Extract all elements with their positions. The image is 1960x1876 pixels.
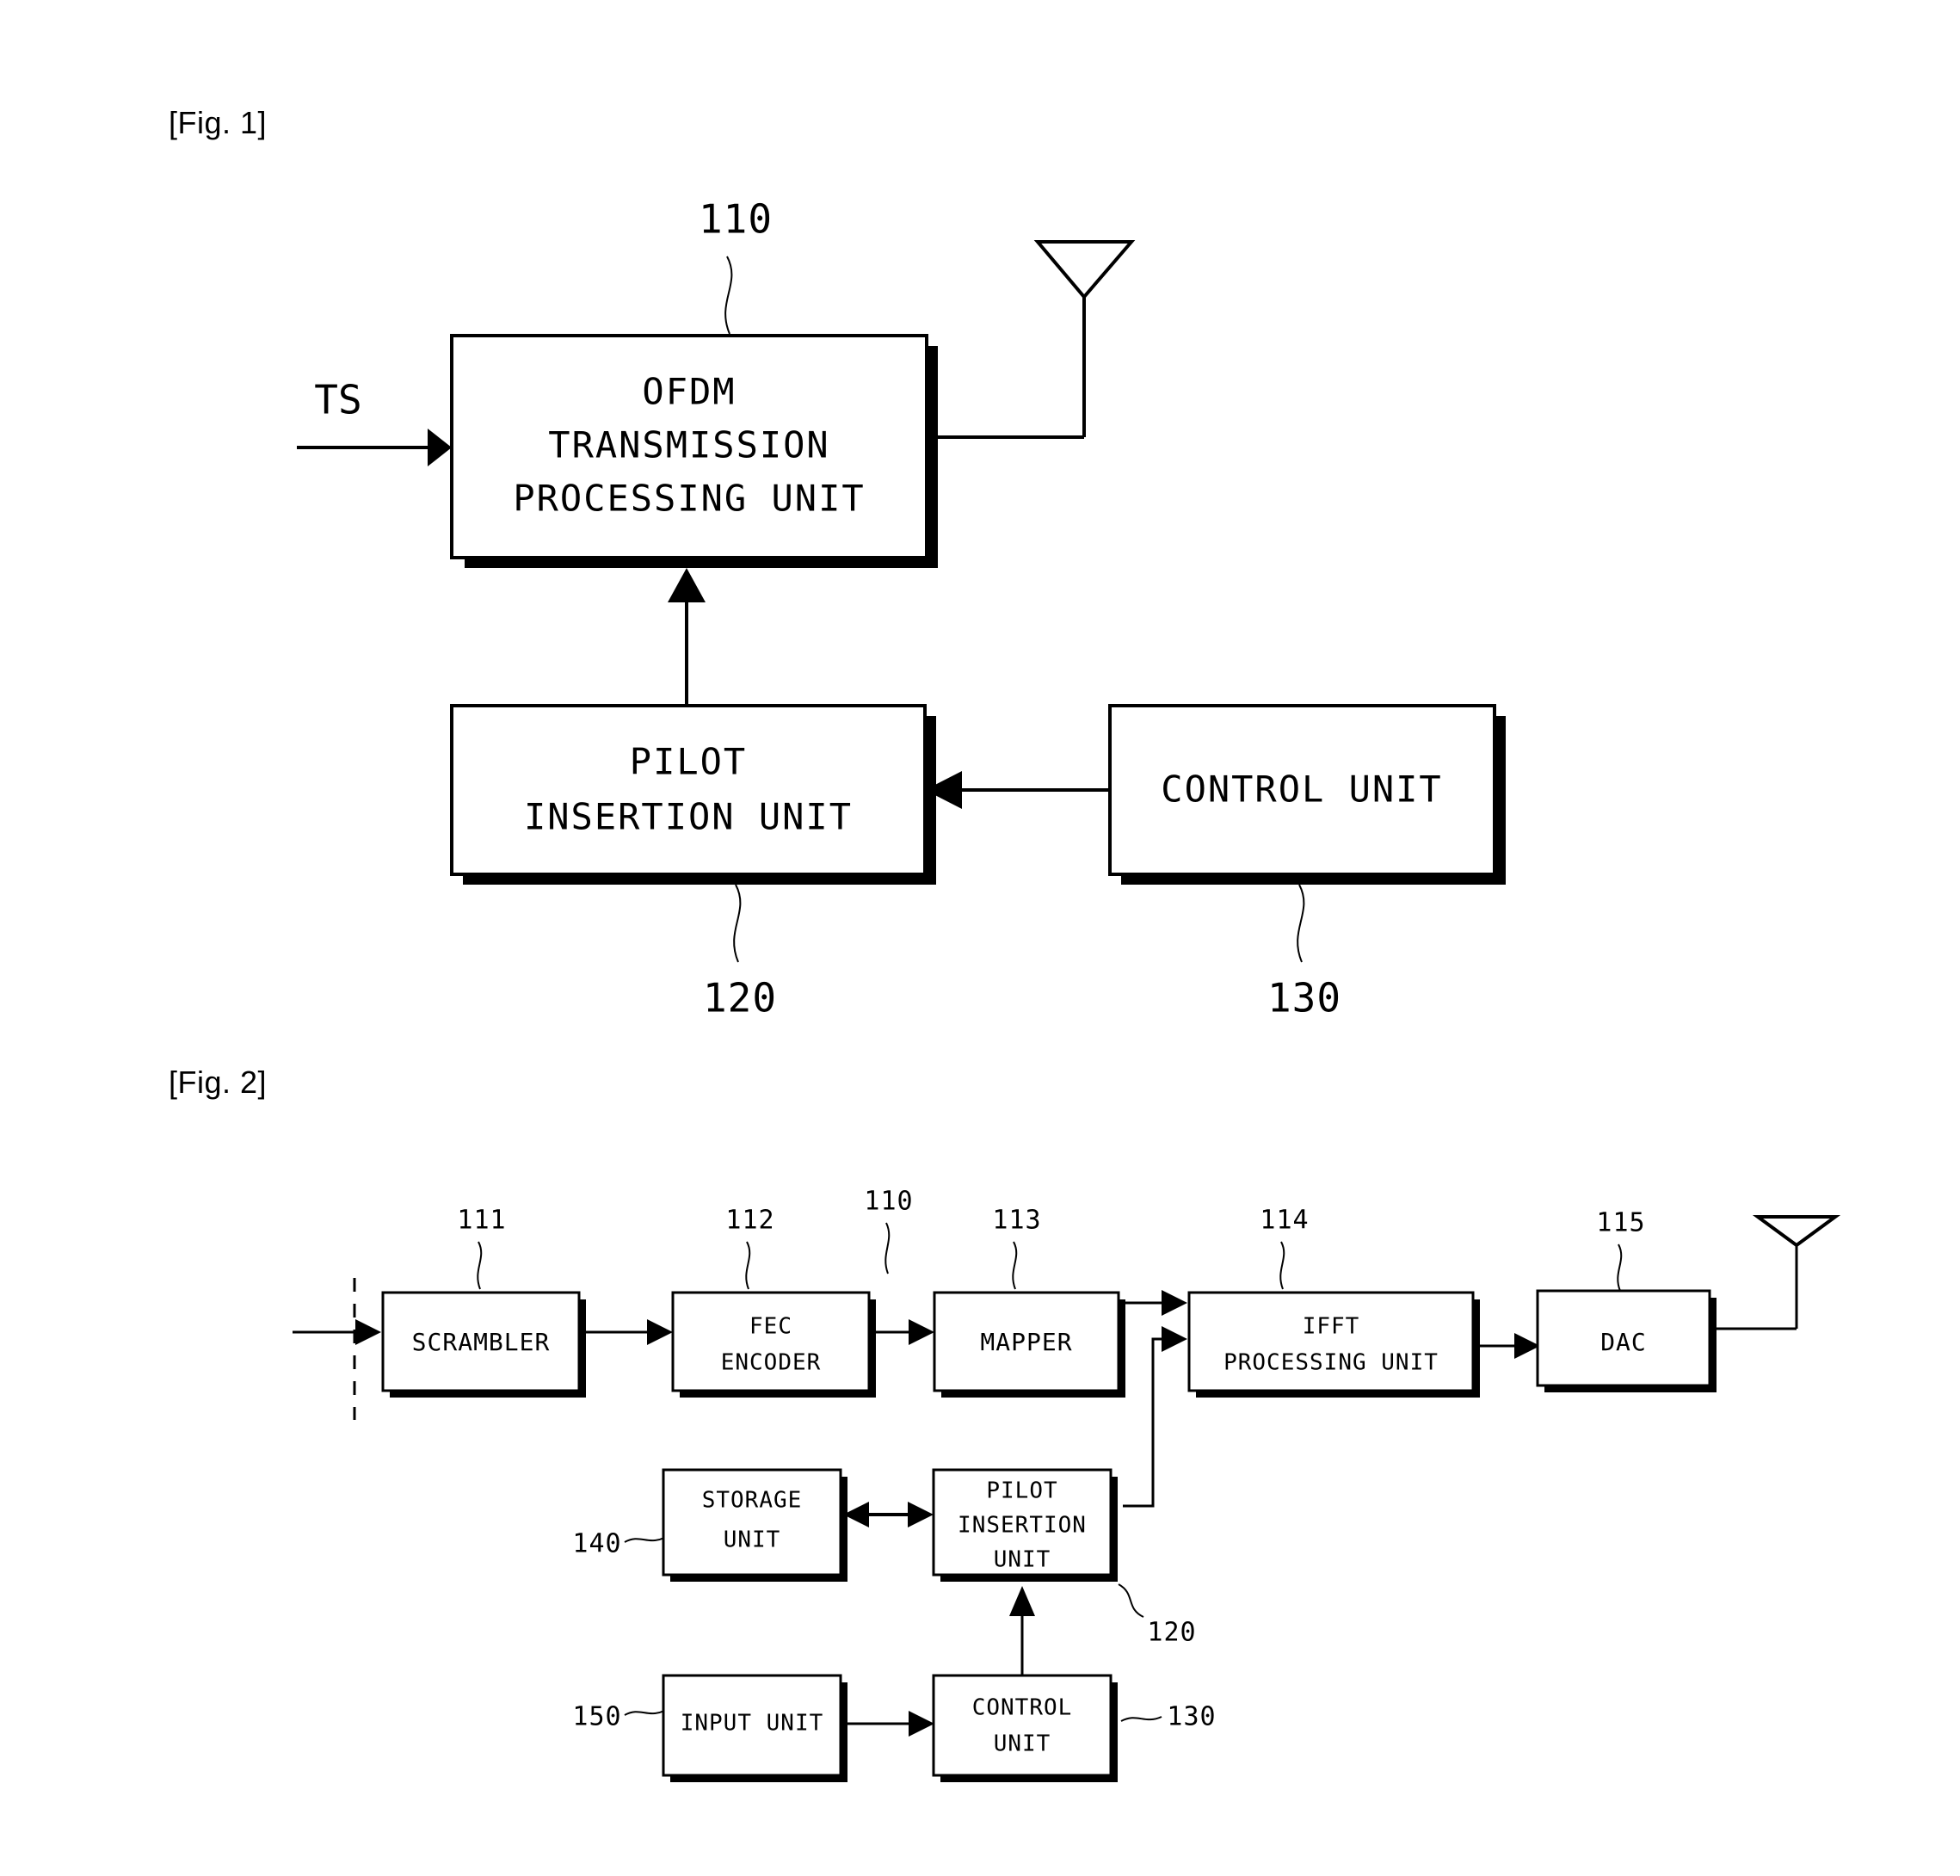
pilot2-block-label-line3: UNIT [994, 1547, 1051, 1573]
antenna-icon [1710, 1215, 1841, 1330]
pilot-block-label-line1: PILOT [630, 741, 747, 783]
ref-number-150: 150 [572, 1702, 621, 1732]
pilot-block-label-line2: INSERTION UNIT [524, 796, 853, 838]
scrambler-block-label: SCRAMBLER [412, 1328, 551, 1356]
ref-number-112: 112 [725, 1206, 774, 1236]
dac-block: DAC [1536, 1289, 1717, 1392]
ofdm-transmission-processing-unit-block: OFDM TRANSMISSION PROCESSING UNIT [450, 334, 938, 568]
storage-pilot-bidirectional-arrow [843, 1502, 934, 1527]
storage-unit-block: STORAGE UNIT [662, 1468, 847, 1582]
control-unit-block: CONTROL UNIT [1108, 704, 1506, 885]
pilot2-block-label-line2: INSERTION [958, 1513, 1087, 1539]
ref-number-111: 111 [457, 1206, 506, 1236]
ref-number-140: 140 [572, 1529, 621, 1559]
leader-line-115 [1617, 1243, 1623, 1292]
figure-2-caption: [Fig. 2] [169, 1065, 267, 1100]
ifft-block-label-line2: PROCESSING UNIT [1223, 1350, 1439, 1376]
leader-line-111 [477, 1241, 483, 1290]
fec-encoder-block: FEC ENCODER [671, 1291, 876, 1398]
antenna-icon [927, 240, 1136, 439]
leader-line-113 [1012, 1241, 1018, 1290]
fig2-input-arrow [293, 1319, 381, 1345]
leader-line-130 [1297, 884, 1305, 963]
drawing-sheet: [Fig. 1] 110 TS OFDM TRANSMISSION PROCES… [0, 0, 1960, 1876]
fec-block-label-line1: FEC [749, 1314, 792, 1340]
ifft-processing-unit-block: IFFT PROCESSING UNIT [1187, 1291, 1480, 1398]
mapper-block-label: MAPPER [980, 1328, 1072, 1356]
leader-line-114 [1279, 1241, 1285, 1290]
control-to-pilot-arrow-fig2 [1009, 1586, 1035, 1675]
input-block-label: INPUT UNIT [681, 1711, 824, 1737]
input-unit-block: INPUT UNIT [662, 1674, 847, 1782]
ref-number-130-fig2: 130 [1167, 1702, 1216, 1732]
ref-number-130: 130 [1267, 975, 1341, 1021]
figure-canvas: [Fig. 1] 110 TS OFDM TRANSMISSION PROCES… [169, 105, 1841, 1782]
ts-input-arrow [297, 429, 452, 466]
pilot2-block-label-line1: PILOT [986, 1478, 1057, 1504]
ref-number-120: 120 [703, 975, 777, 1021]
ofdm-block-label-line3: PROCESSING UNIT [513, 478, 865, 520]
figure-1: [Fig. 1] 110 TS OFDM TRANSMISSION PROCES… [169, 105, 1506, 1021]
control2-block-label-line1: CONTROL [972, 1695, 1073, 1721]
fec-to-mapper-arrow [876, 1319, 934, 1345]
leader-line-140 [624, 1537, 665, 1543]
ifft-to-dac-arrow [1480, 1333, 1540, 1359]
leader-line-120-fig2 [1118, 1583, 1144, 1618]
leader-line-110-group [884, 1222, 891, 1274]
ref-number-120-fig2: 120 [1147, 1618, 1196, 1648]
ifft-block-label-line1: IFFT [1303, 1314, 1360, 1340]
pilot-to-ifft-routing [1123, 1326, 1187, 1508]
storage-block-label-line1: STORAGE [702, 1488, 803, 1514]
leader-line-120 [733, 884, 742, 963]
input-to-control-arrow [847, 1711, 934, 1737]
scrambler-block: SCRAMBLER [381, 1291, 586, 1398]
leader-line-130-fig2 [1120, 1716, 1162, 1722]
storage-block-label-line2: UNIT [724, 1527, 781, 1553]
dac-block-label: DAC [1600, 1328, 1647, 1356]
control-to-pilot-arrow [925, 771, 1110, 809]
ts-signal-label: TS [314, 377, 361, 423]
ofdm-block-label-line1: OFDM [642, 371, 736, 413]
control-block-label: CONTROL UNIT [1161, 768, 1442, 811]
mapper-to-ifft-arrow [1125, 1290, 1187, 1316]
fec-block-label-line2: ENCODER [721, 1350, 822, 1376]
figure-2: [Fig. 2] 111 SCRAMBLER 112 FEC ENCODER 1… [169, 1065, 1841, 1782]
figure-1-caption: [Fig. 1] [169, 105, 267, 140]
leader-line-110 [724, 256, 733, 335]
control2-block-label-line2: UNIT [994, 1731, 1051, 1757]
leader-line-150 [624, 1710, 665, 1716]
leader-line-112 [745, 1241, 751, 1290]
ref-number-115: 115 [1596, 1208, 1645, 1238]
ofdm-block-label-line2: TRANSMISSION [548, 424, 829, 466]
scrambler-to-fec-arrow [586, 1319, 673, 1345]
pilot-insertion-unit-block: PILOT INSERTION UNIT [450, 704, 936, 885]
ref-number-114: 114 [1260, 1206, 1309, 1236]
ref-number-113: 113 [992, 1206, 1041, 1236]
pilot-insertion-unit-block: PILOT INSERTION UNIT [932, 1468, 1118, 1582]
ref-number-110-group: 110 [864, 1187, 913, 1217]
mapper-block: MAPPER [933, 1291, 1125, 1398]
pilot-to-ofdm-arrow [668, 568, 706, 706]
control-unit-block-fig2: CONTROL UNIT [932, 1674, 1118, 1782]
ref-number-110: 110 [699, 196, 773, 243]
